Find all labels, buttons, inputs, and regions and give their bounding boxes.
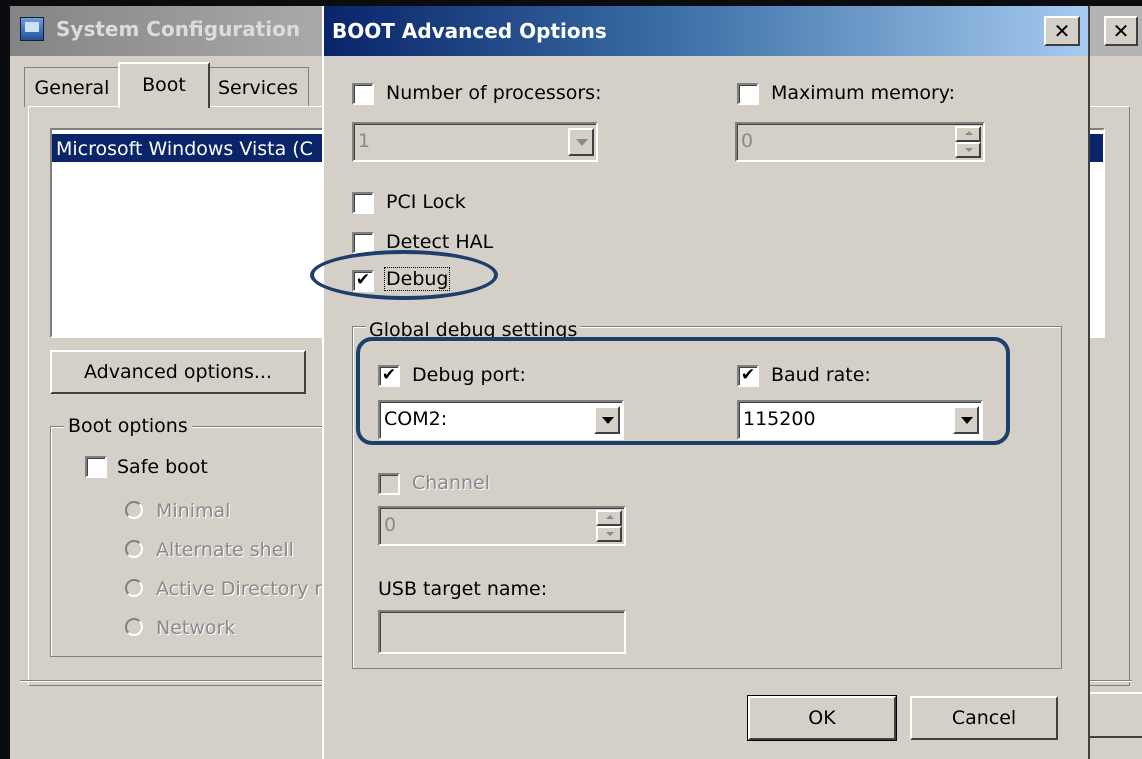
num-processors-label: Number of processors:	[386, 82, 602, 104]
radio-minimal[interactable]	[125, 501, 143, 519]
debug-port-baud-highlight-box	[356, 337, 1010, 445]
max-memory-spin-up-icon[interactable]	[955, 126, 981, 142]
num-processors-checkbox[interactable]	[352, 83, 374, 105]
max-memory-label: Maximum memory:	[771, 82, 956, 104]
usb-target-name-input[interactable]	[378, 610, 626, 654]
num-processors-select[interactable]: 1	[352, 122, 598, 162]
sys-close-button[interactable]: ✕	[1104, 16, 1138, 46]
tab-boot[interactable]: Boot	[118, 62, 210, 108]
boot-options-legend: Boot options	[64, 415, 192, 437]
max-memory-spin-down-icon[interactable]	[955, 142, 981, 158]
channel-spinner[interactable]: 0	[378, 506, 626, 546]
channel-value: 0	[384, 514, 397, 536]
dialog-title: BOOT Advanced Options	[332, 19, 607, 43]
radio-alternate-shell[interactable]	[125, 540, 143, 558]
pci-lock-checkbox[interactable]	[352, 192, 374, 214]
ok-button[interactable]: OK	[748, 696, 896, 740]
dialog-titlebar: BOOT Advanced Options ✕	[324, 6, 1088, 56]
max-memory-value: 0	[741, 130, 754, 152]
num-processors-chevron-down-icon[interactable]	[568, 128, 594, 156]
channel-spin-up-icon[interactable]	[596, 510, 622, 526]
sys-window-title: System Configuration	[56, 17, 301, 41]
safe-boot-checkbox[interactable]	[85, 456, 107, 478]
num-processors-value: 1	[358, 130, 371, 152]
usb-target-name-label: USB target name:	[378, 578, 548, 600]
tab-services[interactable]: Services	[207, 67, 309, 107]
radio-active-directory-label: Active Directory r	[156, 578, 323, 600]
radio-minimal-label: Minimal	[156, 500, 231, 522]
max-memory-checkbox[interactable]	[737, 83, 759, 105]
radio-network-label: Network	[156, 617, 236, 639]
pci-lock-label: PCI Lock	[386, 191, 466, 213]
radio-alternate-shell-label: Alternate shell	[156, 539, 294, 561]
max-memory-spinner[interactable]: 0	[735, 122, 985, 162]
channel-spin-down-icon[interactable]	[596, 526, 622, 542]
radio-network[interactable]	[125, 618, 143, 636]
advanced-options-button[interactable]: Advanced options...	[50, 350, 306, 394]
tab-general[interactable]: General	[24, 67, 120, 107]
debug-highlight-ellipse	[310, 250, 498, 300]
radio-active-directory[interactable]	[125, 579, 143, 597]
os-list-item-label: Microsoft Windows Vista (C	[56, 138, 313, 160]
channel-label: Channel	[412, 472, 491, 494]
cancel-button[interactable]: Cancel	[910, 696, 1058, 740]
safe-boot-label: Safe boot	[117, 456, 208, 478]
channel-checkbox[interactable]	[378, 473, 400, 495]
dialog-close-button[interactable]: ✕	[1044, 16, 1080, 46]
msconfig-app-icon	[20, 17, 44, 41]
